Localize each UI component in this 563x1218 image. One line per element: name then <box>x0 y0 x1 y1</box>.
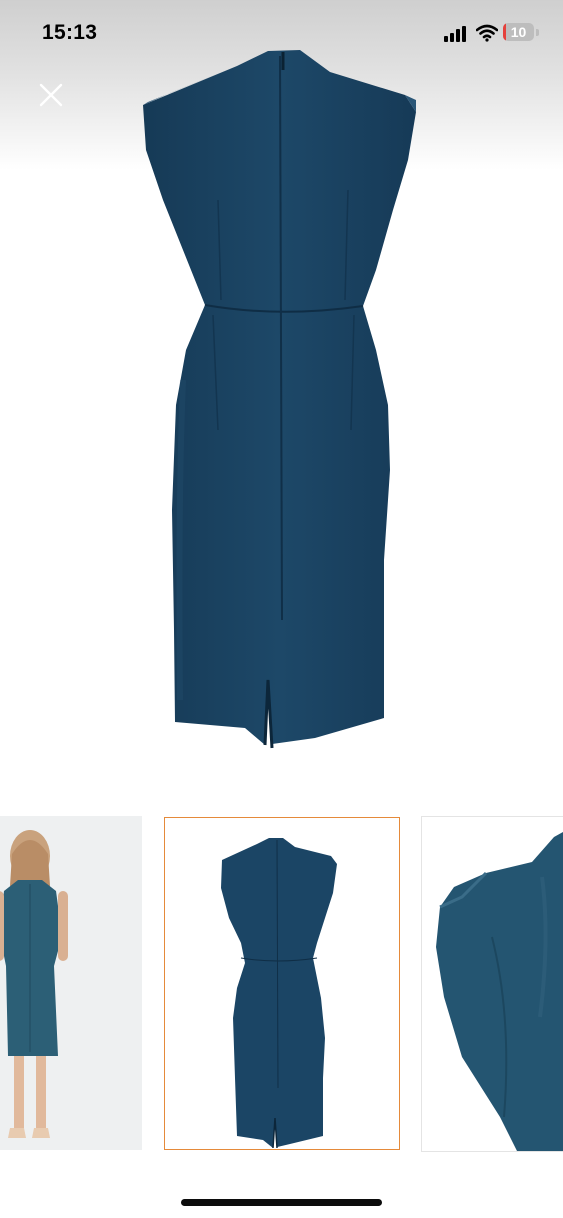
cellular-signal-icon <box>444 26 468 47</box>
main-product-image[interactable] <box>0 40 563 780</box>
status-time: 15:13 <box>42 21 98 44</box>
thumbnail-dress-back[interactable] <box>164 817 400 1150</box>
close-icon <box>39 83 63 107</box>
battery-tip <box>536 29 539 36</box>
wifi-icon <box>475 24 499 47</box>
close-button[interactable] <box>36 80 66 110</box>
thumbnail-shoulder-detail[interactable] <box>421 816 563 1152</box>
status-bar: 15:13 10 <box>0 0 563 70</box>
battery-level: 10 <box>510 24 527 40</box>
thumbnail-model-back[interactable] <box>0 816 142 1150</box>
thumbnail-strip <box>0 816 563 1152</box>
battery-icon: 10 <box>503 23 534 41</box>
home-indicator[interactable] <box>181 1199 382 1206</box>
